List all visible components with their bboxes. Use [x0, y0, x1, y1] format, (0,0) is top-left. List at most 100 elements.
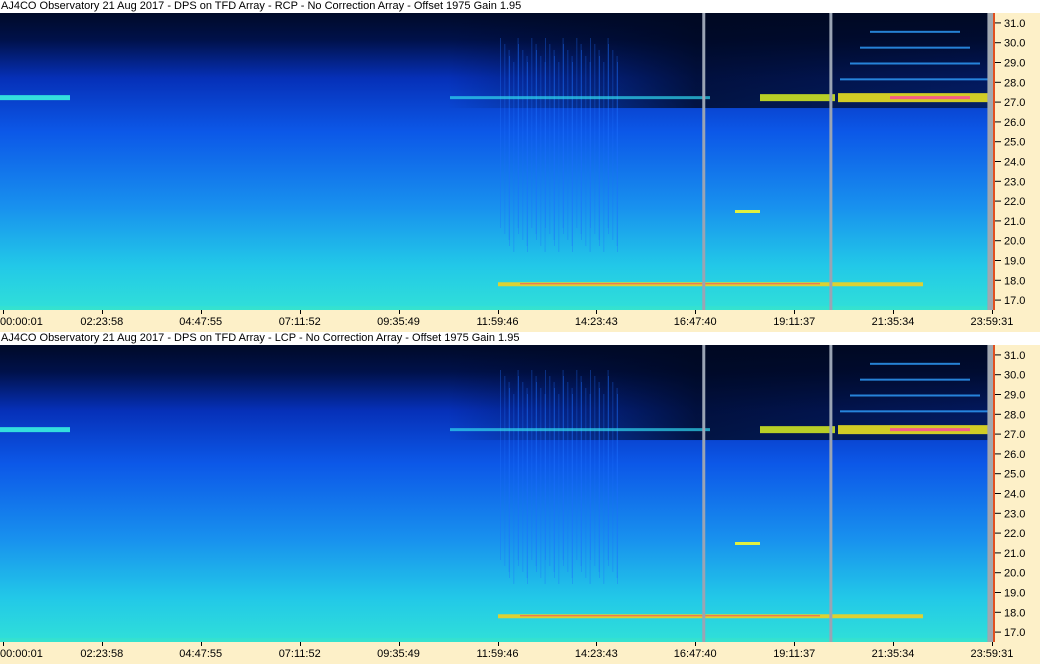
- band-27mhz-hot-1: [760, 94, 835, 102]
- noise-streak: [540, 388, 542, 578]
- time-tick-label: 02:23:58: [80, 316, 124, 328]
- sporadic-line: [860, 378, 970, 381]
- noise-streak: [500, 38, 501, 228]
- noise-streak: [513, 394, 515, 584]
- time-tick: [497, 642, 499, 646]
- freq-tick-label: 28.0: [1004, 77, 1025, 89]
- time-tick-label: 09:35:49: [377, 648, 420, 660]
- data-gap-line: [988, 345, 993, 642]
- freq-tick-label: 27.0: [1004, 97, 1025, 109]
- time-tick-label: 04:47:55: [179, 316, 223, 328]
- sporadic-line: [870, 362, 960, 365]
- time-tick-label: 23:59:31: [970, 316, 1014, 328]
- noise-streak: [536, 50, 537, 240]
- time-tick: [893, 310, 895, 314]
- noise-streak: [590, 38, 591, 228]
- sporadic-line: [850, 394, 980, 397]
- data-gap-line: [988, 13, 993, 310]
- noise-streak: [527, 62, 528, 252]
- noise-streak: [572, 394, 573, 584]
- noise-streak: [545, 38, 546, 228]
- time-tick-label: 09:35:49: [377, 316, 420, 328]
- noise-streak: [504, 44, 506, 234]
- band-27mhz-mid: [450, 428, 710, 432]
- noise-streak: [554, 56, 555, 246]
- time-tick-label: 16:47:40: [673, 316, 717, 328]
- band-27mhz-peak: [890, 428, 970, 432]
- freq-tick-label: 27.0: [1004, 429, 1025, 441]
- time-tick: [398, 642, 400, 646]
- time-tick: [992, 642, 993, 646]
- freq-tick-label: 20.0: [1004, 236, 1025, 248]
- noise-streak: [581, 50, 582, 240]
- time-tick: [794, 310, 796, 314]
- freq-tick-label: 25.0: [1004, 137, 1025, 149]
- time-tick-label: 16:47:40: [673, 648, 717, 660]
- freq-tick-label: 21.0: [1004, 216, 1025, 228]
- noise-streak: [576, 38, 578, 228]
- time-tick: [200, 310, 202, 314]
- time-tick: [893, 642, 895, 646]
- noise-streak: [522, 50, 524, 240]
- time-tick: [992, 310, 993, 314]
- time-tick: [596, 310, 598, 314]
- freq-tick-label: 28.0: [1004, 409, 1025, 421]
- time-tick-label: 14:23:43: [574, 316, 618, 328]
- freq-tick-label: 25.0: [1004, 469, 1025, 481]
- time-tick: [695, 310, 697, 314]
- time-tick-label: 04:47:55: [179, 648, 223, 660]
- noise-streak: [563, 44, 564, 234]
- time-tick: [101, 310, 103, 314]
- time-tick-label: 00:00:01: [0, 316, 43, 328]
- freq-tick-label: 18.0: [1004, 607, 1025, 619]
- sporadic-line: [860, 46, 970, 49]
- noise-streak: [563, 376, 564, 566]
- right-edge-marker: [993, 13, 995, 310]
- noise-streak: [504, 376, 506, 566]
- noise-streak: [603, 62, 605, 252]
- time-tick: [497, 310, 499, 314]
- right-edge-marker: [993, 345, 995, 642]
- spectrogram-rcp: 31.0 30.0 29.0 28.0 27.0 26.0 25.0 24.0 23.0 22.0…: [0, 13, 1040, 310]
- time-tick: [3, 310, 4, 314]
- noise-streak: [599, 56, 600, 246]
- band-27mhz-hot-1: [760, 426, 835, 434]
- freq-tick-label: 26.0: [1004, 117, 1025, 129]
- noise-streak: [590, 370, 591, 560]
- spot-21mhz: [735, 542, 760, 545]
- time-tick-label: 02:23:58: [80, 648, 124, 660]
- data-gap-line: [829, 13, 833, 310]
- freq-tick-label: 17.0: [1004, 627, 1025, 639]
- time-tick-label: 21:35:34: [871, 648, 915, 660]
- noise-streak: [549, 44, 551, 234]
- time-tick: [695, 642, 697, 646]
- noise-streak: [549, 376, 551, 566]
- noise-streak: [612, 50, 614, 240]
- time-tick: [299, 642, 301, 646]
- noise-streak: [518, 376, 519, 566]
- freq-tick-label: 29.0: [1004, 390, 1025, 402]
- noise-streak: [558, 62, 560, 252]
- freq-tick-label: 24.0: [1004, 157, 1025, 169]
- noise-streak: [576, 370, 578, 560]
- noise-streak: [558, 394, 560, 584]
- freq-tick-label: 26.0: [1004, 449, 1025, 461]
- noise-streak: [617, 394, 618, 584]
- sporadic-line: [870, 30, 960, 33]
- sporadic-line: [840, 78, 990, 81]
- time-tick-label: 00:00:01: [0, 648, 43, 660]
- band-18mhz-peak: [520, 283, 820, 285]
- spot-21mhz: [735, 210, 760, 213]
- time-axis-lcp: 00:00:01 02:23:58 04:47:55 07:11:52 09:35:49…: [0, 642, 1040, 664]
- freq-tick-label: 22.0: [1004, 528, 1025, 540]
- freq-tick-label: 23.0: [1004, 176, 1025, 188]
- data-gap-line: [829, 345, 833, 642]
- time-tick-label: 19:11:37: [773, 316, 816, 328]
- band-27mhz-left: [0, 427, 70, 433]
- noise-streak: [585, 56, 587, 246]
- freq-tick-label: 23.0: [1004, 508, 1025, 520]
- panel-title-rcp: AJ4CO Observatory 21 Aug 2017 - DPS on T…: [0, 0, 1040, 13]
- band-27mhz-peak: [890, 96, 970, 100]
- time-tick-label: 11:59:46: [476, 316, 519, 328]
- freq-tick-label: 19.0: [1004, 588, 1025, 600]
